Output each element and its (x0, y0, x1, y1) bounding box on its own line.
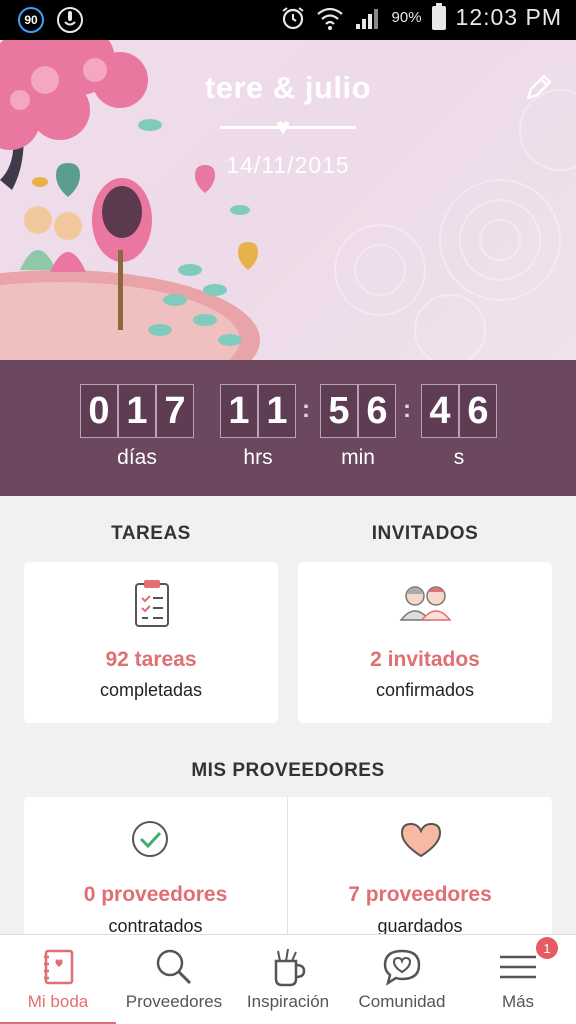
guests-card[interactable]: 2 invitados confirmados (298, 562, 552, 723)
countdown-digit: 1 (118, 384, 156, 438)
saved-vendors[interactable]: 7 proveedores guardados (288, 797, 552, 947)
bottom-navigation: Mi boda Proveedores Inspiración Comunida… (0, 934, 576, 1024)
nav-mi-boda[interactable]: Mi boda (0, 935, 116, 1024)
notebook-icon (44, 949, 74, 985)
countdown-digit: 5 (320, 384, 358, 438)
nav-proveedores[interactable]: Proveedores (116, 935, 232, 1024)
minutes-label: min (341, 446, 375, 469)
status-bar: 90 90% 12:03 PM (0, 0, 576, 40)
heart-icon (400, 822, 442, 858)
signal-icon (355, 8, 378, 29)
clipboard-icon (135, 580, 169, 627)
wifi-icon (316, 7, 343, 30)
edit-pencil-icon[interactable] (522, 72, 554, 104)
nav-label: Comunidad (358, 992, 446, 1011)
nav-label: Más (501, 992, 535, 1011)
chat-heart-icon (383, 949, 421, 986)
nav-label: Mi boda (27, 992, 89, 1011)
days-label: días (117, 446, 157, 469)
countdown-digit: 1 (258, 384, 296, 438)
tasks-count: 92 tareas (105, 648, 197, 671)
cup-icon (274, 948, 306, 987)
hours-label: hrs (243, 446, 273, 469)
nav-comunidad[interactable]: Comunidad (344, 935, 460, 1024)
hired-count: 0 proveedores (83, 883, 228, 906)
alarm-icon (281, 6, 304, 29)
countdown-digit: 0 (80, 384, 118, 438)
menu-icon (500, 955, 536, 979)
tasks-title: TAREAS (111, 523, 191, 544)
colon-separator: : (302, 396, 310, 423)
clock: 12:03 PM (455, 4, 562, 30)
seconds-label: s (453, 446, 465, 469)
guests-title: INVITADOS (371, 523, 479, 544)
battery-percent: 90% (391, 9, 422, 26)
nav-mas[interactable]: Más (460, 935, 576, 1024)
notification-badge-icon: 90 (18, 7, 44, 33)
minutes-digits: 5 6 (320, 384, 396, 438)
tasks-sub: completadas (99, 680, 203, 700)
seconds-digits: 4 6 (421, 384, 497, 438)
hired-vendors[interactable]: 0 proveedores contratados (24, 797, 287, 947)
nav-inspiracion[interactable]: Inspiración (232, 935, 344, 1024)
wedding-countdown: 0 1 7 1 1 : 5 6 : 4 6 días hrs min s (0, 360, 576, 496)
countdown-digit: 6 (459, 384, 497, 438)
countdown-digit: 1 (220, 384, 258, 438)
wedding-header: tere & julio ♥ 14/11/2015 (0, 40, 576, 360)
search-icon (156, 949, 192, 985)
battery-icon (431, 2, 446, 30)
couple-name: tere & julio (204, 70, 372, 105)
saved-count: 7 proveedores (348, 883, 492, 906)
touch-icon (57, 7, 83, 33)
colon-separator: : (403, 396, 411, 423)
check-circle-icon (132, 821, 168, 857)
heart-icon: ♥ (276, 114, 291, 141)
guests-count: 2 invitados (370, 648, 480, 671)
countdown-digit: 7 (156, 384, 194, 438)
nav-label: Inspiración (246, 992, 330, 1011)
wedding-date: 14/11/2015 (226, 152, 350, 178)
days-digits: 0 1 7 (80, 384, 194, 438)
countdown-digit: 6 (358, 384, 396, 438)
notification-count-badge: 1 (536, 937, 558, 959)
tasks-card[interactable]: 92 tareas completadas (24, 562, 278, 723)
countdown-digit: 4 (421, 384, 459, 438)
guests-sub: confirmados (375, 680, 475, 700)
vendors-title: MIS PROVEEDORES (191, 760, 385, 781)
hours-digits: 1 1 (220, 384, 296, 438)
guests-icon (399, 586, 452, 621)
vendors-card: 0 proveedores contratados 7 proveedores … (24, 797, 552, 947)
nav-label: Proveedores (125, 992, 223, 1011)
